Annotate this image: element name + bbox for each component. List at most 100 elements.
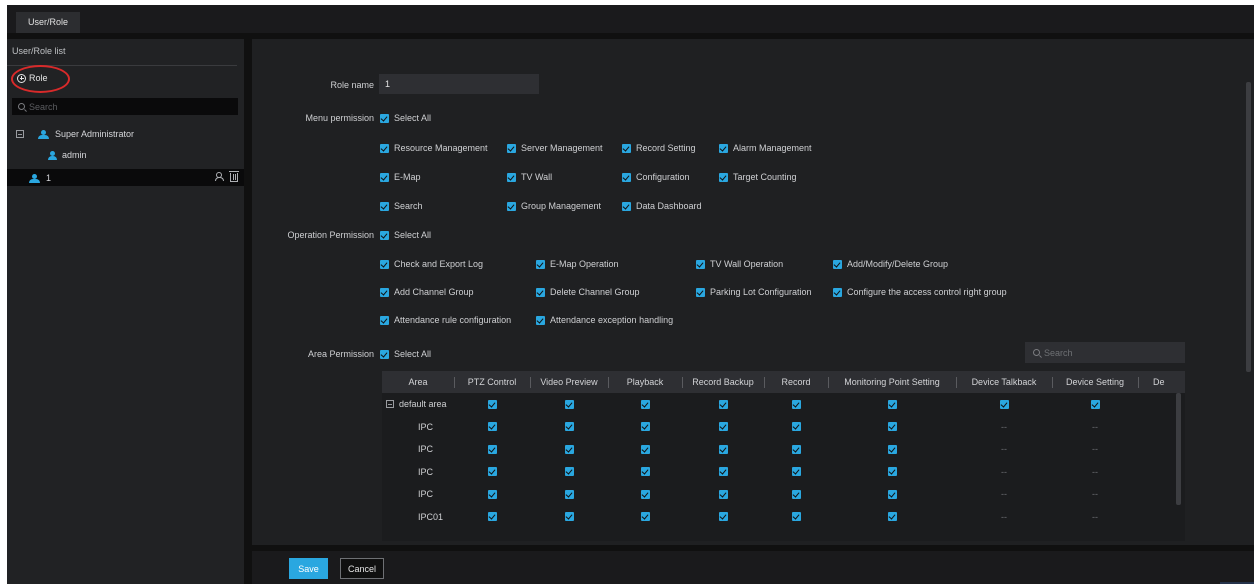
permission-checkbox[interactable] [640,467,650,476]
menu-checkbox[interactable]: Server Management [507,143,603,153]
menu-select-all-checkbox[interactable]: Select All [380,113,431,123]
permission-cell [635,416,655,438]
menu-checkbox[interactable]: Alarm Management [719,143,812,153]
permission-cell [635,506,655,528]
permission-checkbox[interactable] [791,444,801,454]
permission-cell-empty: -- [994,438,1014,460]
user-group-icon [29,173,41,183]
permission-checkbox[interactable] [791,512,801,521]
permission-checkbox[interactable] [487,489,497,499]
permission-checkbox[interactable] [887,399,897,409]
menu-checkbox[interactable]: Group Management [507,201,601,211]
edit-user-icon[interactable] [215,172,224,181]
permission-checkbox[interactable] [718,399,728,409]
permission-checkbox[interactable] [999,399,1009,409]
permission-checkbox[interactable] [487,512,497,521]
menu-checkbox[interactable]: E-Map [380,172,421,182]
sidebar-search-input[interactable] [29,101,229,112]
operation-checkbox[interactable]: Add Channel Group [380,287,474,297]
role-form: Role name Menu permission Select All Res… [252,39,1254,545]
permission-checkbox[interactable] [887,444,897,454]
checkbox-checked-icon [696,259,705,269]
menu-permission-label: Menu permission [305,113,374,123]
permission-checkbox[interactable] [718,444,728,454]
permission-cell [882,461,902,483]
operation-checkbox[interactable]: Add/Modify/Delete Group [833,259,948,269]
permission-checkbox[interactable] [887,467,897,476]
checkbox-checked-icon [380,230,389,240]
menu-checkbox[interactable]: Data Dashboard [622,201,702,211]
operation-checkbox[interactable]: Parking Lot Configuration [696,287,812,297]
menu-checkbox[interactable]: Search [380,201,423,211]
operation-checkbox[interactable]: Attendance rule configuration [380,315,511,325]
permission-checkbox[interactable] [791,467,801,476]
operation-checkbox[interactable]: Attendance exception handling [536,315,673,325]
permission-checkbox[interactable] [640,422,650,431]
tab-user-role[interactable]: User/Role [16,12,80,33]
permission-checkbox[interactable] [718,422,728,431]
permission-cell [786,483,806,505]
permission-checkbox[interactable] [640,444,650,454]
role-name-input[interactable] [379,74,539,94]
permission-checkbox[interactable] [791,489,801,499]
collapse-icon[interactable] [16,130,24,138]
operation-checkbox[interactable]: E-Map Operation [536,259,619,269]
tree-item-role-1[interactable]: 1 [7,169,244,186]
checkbox-label: Group Management [521,201,602,211]
permission-checkbox[interactable] [564,467,574,476]
permission-checkbox[interactable] [487,422,497,431]
operation-select-all-checkbox[interactable]: Select All [380,230,431,240]
operation-checkbox[interactable]: Delete Channel Group [536,287,640,297]
permission-checkbox[interactable] [718,512,728,521]
permission-checkbox[interactable] [487,467,497,476]
menu-checkbox[interactable]: TV Wall [507,172,552,182]
menu-checkbox[interactable]: Configuration [622,172,690,182]
tree-item-admin[interactable]: admin [48,150,87,160]
collapse-icon[interactable] [386,400,394,408]
permission-checkbox[interactable] [640,399,650,409]
permission-checkbox[interactable] [718,489,728,499]
tree-item-super-administrator[interactable]: Super Administrator [16,129,134,139]
permission-checkbox[interactable] [564,444,574,454]
checkbox-label: Data Dashboard [636,201,702,211]
operation-checkbox[interactable]: Configure the access control right group [833,287,1007,297]
operation-checkbox[interactable]: TV Wall Operation [696,259,783,269]
permission-checkbox[interactable] [718,467,728,476]
menu-checkbox[interactable]: Resource Management [380,143,488,153]
delete-icon[interactable] [229,171,239,182]
permission-checkbox[interactable] [887,489,897,499]
permission-checkbox[interactable] [791,422,801,431]
operation-checkbox[interactable]: Check and Export Log [380,259,483,269]
permission-cell [786,438,806,460]
permission-checkbox[interactable] [487,399,497,409]
checkbox-label: Add/Modify/Delete Group [847,259,949,269]
permission-checkbox[interactable] [487,444,497,454]
user-icon [48,150,57,160]
table-scrollbar[interactable] [1176,393,1181,505]
permission-checkbox[interactable] [564,399,574,409]
checkbox-label: Select All [394,349,432,359]
menu-checkbox[interactable]: Record Setting [622,143,696,153]
area-select-all-checkbox[interactable]: Select All [380,349,431,359]
permission-cell-empty: -- [994,416,1014,438]
save-button[interactable]: Save [289,558,328,579]
area-search-input[interactable] [1044,347,1174,358]
column-header: Device Talkback [971,377,1037,387]
cancel-button[interactable]: Cancel [340,558,384,579]
search-icon [18,103,25,110]
main-scrollbar[interactable] [1246,82,1251,372]
permission-checkbox[interactable] [564,422,574,431]
column-header: Record [781,377,811,387]
permission-checkbox[interactable] [887,422,897,431]
dash-text: -- [1001,421,1007,432]
permission-checkbox[interactable] [564,512,574,521]
add-role-button[interactable]: Role [17,71,48,85]
table-header: Area PTZ Control Video Preview Playback … [382,371,1185,393]
menu-checkbox[interactable]: Target Counting [719,172,797,182]
permission-checkbox[interactable] [1090,399,1100,409]
permission-checkbox[interactable] [640,489,650,499]
permission-checkbox[interactable] [791,399,801,409]
permission-checkbox[interactable] [887,512,897,521]
permission-checkbox[interactable] [564,489,574,499]
permission-checkbox[interactable] [640,512,650,521]
